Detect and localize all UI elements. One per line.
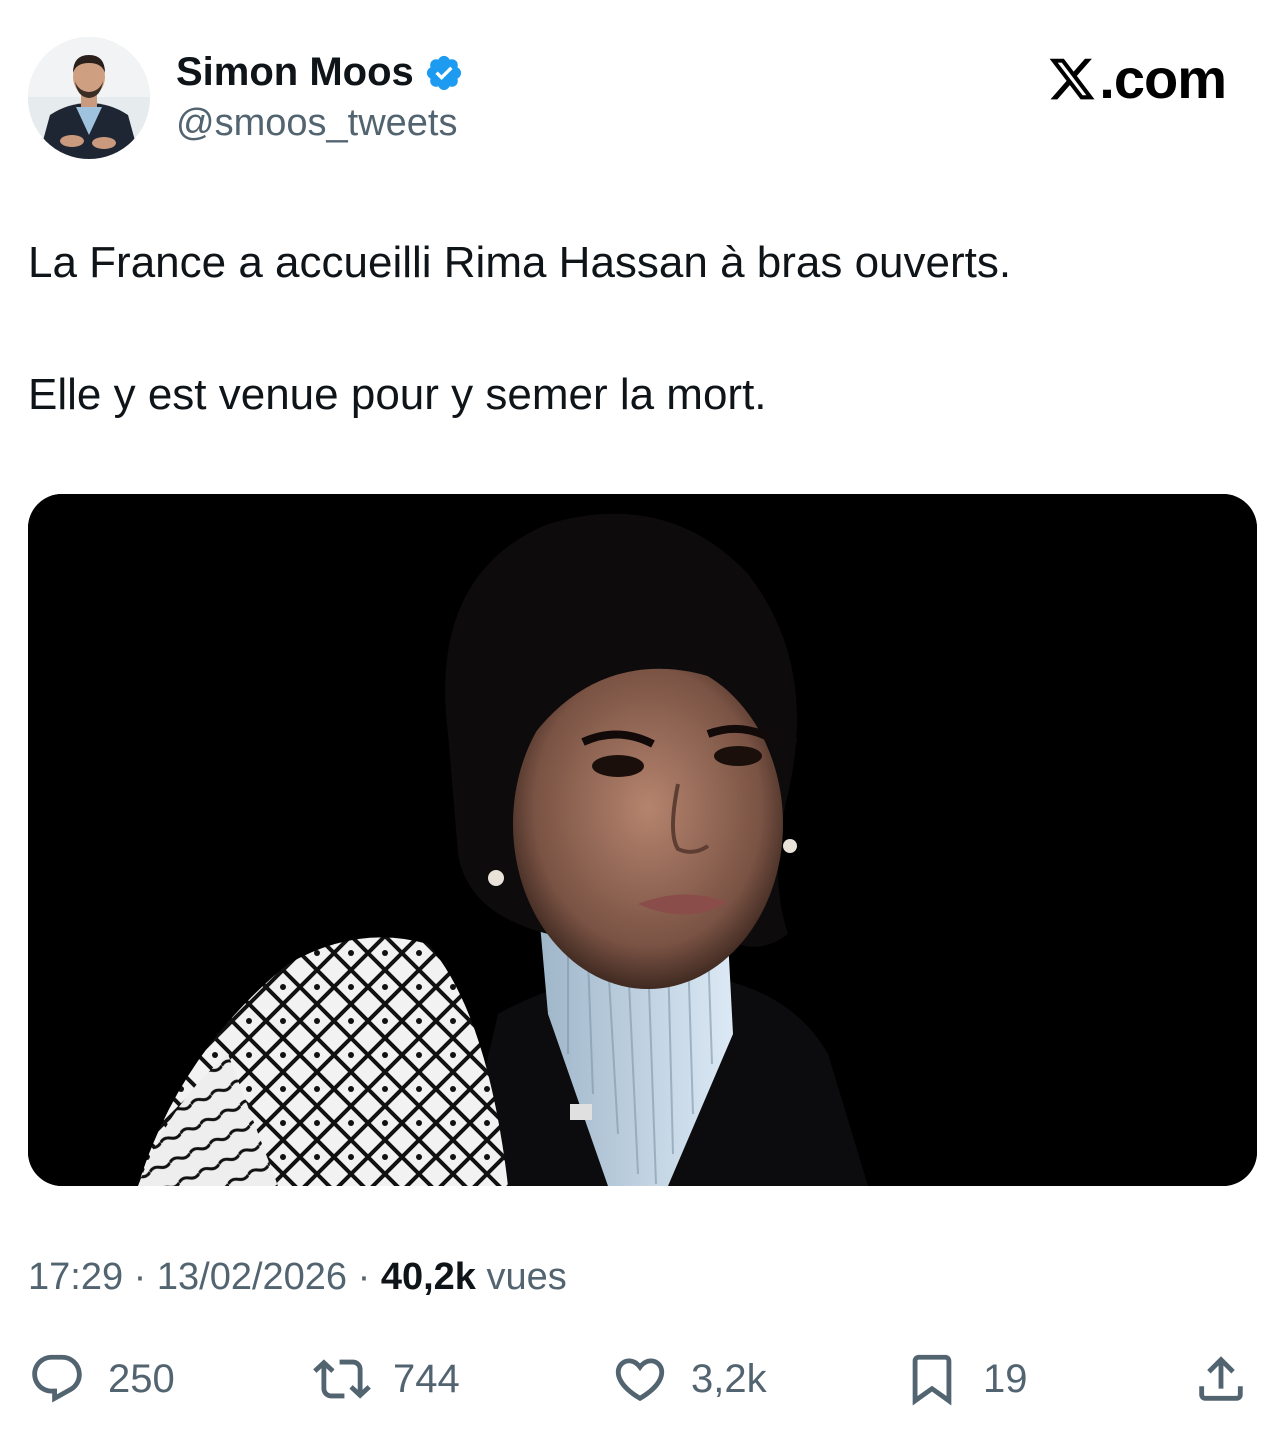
- views-label: vues: [475, 1256, 567, 1298]
- tweet-text-line-2: Elle y est venue pour y semer la mort.: [28, 370, 767, 419]
- like-count: 3,2k: [691, 1356, 767, 1401]
- reply-icon: [32, 1354, 82, 1403]
- author-handle[interactable]: @smoos_tweets: [176, 102, 457, 145]
- reply-button[interactable]: 250: [28, 1350, 175, 1408]
- verified-badge-icon: [424, 53, 464, 93]
- avatar[interactable]: [28, 37, 150, 159]
- author-display-name[interactable]: Simon Moos: [176, 50, 414, 95]
- meta-separator: ·: [347, 1256, 381, 1298]
- bookmark-count: 19: [983, 1356, 1028, 1401]
- share-button[interactable]: [1192, 1350, 1250, 1408]
- author-name-row[interactable]: Simon Moos: [176, 50, 464, 95]
- meta-separator: ·: [123, 1256, 157, 1298]
- repost-button[interactable]: 744: [313, 1350, 460, 1408]
- views-count: 40,2k: [380, 1256, 476, 1298]
- like-button[interactable]: 3,2k: [611, 1350, 767, 1408]
- tweet-media[interactable]: [28, 494, 1257, 1186]
- bookmark-button[interactable]: 19: [903, 1350, 1028, 1408]
- repost-count: 744: [393, 1356, 460, 1401]
- share-icon: [1199, 1356, 1243, 1401]
- brand-logo: .com: [1047, 46, 1227, 111]
- reply-count: 250: [108, 1356, 175, 1401]
- heart-icon: [615, 1358, 665, 1402]
- tweet-time[interactable]: 17:29: [28, 1256, 123, 1298]
- tweet-meta: 17:29 · 13/02/2026 · 40,2k vues: [28, 1256, 567, 1299]
- tweet-text-line-1: La France a accueilli Rima Hassan à bras…: [28, 238, 1012, 287]
- embedded-photo: [28, 494, 1257, 1186]
- avatar-photo: [28, 37, 150, 159]
- x-logo-icon: [1049, 58, 1095, 99]
- brand-suffix: .com: [1099, 47, 1227, 110]
- repost-icon: [313, 1359, 371, 1399]
- tweet-card: Simon Moos @smoos_tweets .com La France …: [0, 0, 1284, 1445]
- tweet-date[interactable]: 13/02/2026: [157, 1256, 347, 1298]
- bookmark-icon: [912, 1354, 952, 1406]
